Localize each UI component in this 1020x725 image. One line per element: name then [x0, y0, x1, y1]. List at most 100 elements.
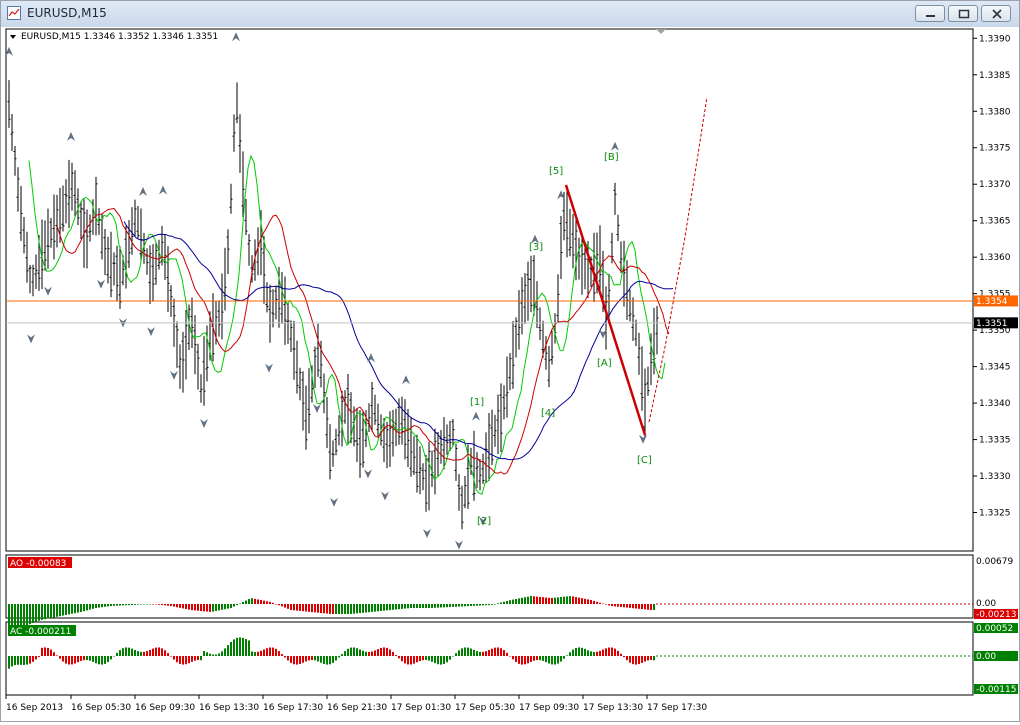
- ac-bar: [479, 651, 481, 656]
- ac-bar: [35, 656, 37, 660]
- ac-bar: [44, 647, 46, 656]
- ac-bar: [263, 649, 265, 656]
- ao-bar: [332, 604, 334, 614]
- ao-bar: [455, 604, 457, 607]
- ac-bar: [449, 656, 451, 660]
- ao-bar: [395, 604, 397, 610]
- ao-bar: [143, 604, 145, 605]
- ac-bar: [293, 656, 295, 665]
- ac-bar: [188, 656, 190, 664]
- ac-bar: [380, 647, 382, 656]
- ac-bar: [515, 656, 517, 663]
- symbol-info: EURUSD,M15 1.3346 1.3352 1.3346 1.3351: [21, 32, 218, 42]
- ac-bar: [224, 648, 226, 656]
- ao-bar: [179, 604, 181, 608]
- ac-bar: [146, 651, 148, 656]
- ac-bar: [575, 647, 577, 656]
- ac-bar: [122, 648, 124, 656]
- chart-area[interactable]: [1] [2] [3] [4] [5] [A] [B] [C] EURUSD,M…: [1, 27, 1019, 721]
- ao-bar: [182, 604, 184, 609]
- ao-bar: [572, 596, 574, 604]
- ao-bar: [353, 604, 355, 614]
- ac-bar: [374, 650, 376, 656]
- ac-bar: [317, 656, 319, 662]
- ac-bar: [206, 652, 208, 656]
- ao-bar: [626, 604, 628, 608]
- ac-bar: [590, 651, 592, 656]
- minimize-button[interactable]: [915, 5, 945, 22]
- ac-bar: [455, 653, 457, 656]
- ac-bar: [470, 648, 472, 656]
- hline-price-label: 1.3354: [976, 297, 1008, 307]
- ao-bar: [293, 604, 295, 611]
- ac-bar: [464, 647, 466, 656]
- ao-bar: [290, 604, 292, 610]
- ac-bar: [251, 651, 253, 656]
- ao-bar: [317, 604, 319, 613]
- ac-bar: [635, 656, 637, 665]
- ac-bar: [161, 648, 163, 656]
- ac-bar: [215, 654, 217, 656]
- ao-bar: [551, 597, 553, 604]
- ac-bar: [272, 647, 274, 656]
- ao-bar: [89, 604, 91, 610]
- ac-bar: [203, 651, 205, 656]
- ao-bar: [386, 604, 388, 611]
- maximize-button[interactable]: [948, 5, 978, 22]
- close-button[interactable]: [981, 5, 1011, 22]
- ao-bar: [68, 604, 70, 615]
- title-bar[interactable]: EURUSD,M15: [1, 1, 1019, 28]
- ao-bar: [533, 596, 535, 604]
- ac-bar: [539, 656, 541, 661]
- ao-bar: [539, 596, 541, 604]
- window-title: EURUSD,M15: [27, 6, 107, 20]
- ao-bar: [131, 604, 133, 605]
- ac-bar: [446, 656, 448, 663]
- ao-bar: [344, 604, 346, 614]
- ao-bar: [149, 604, 151, 605]
- ac-bar: [545, 656, 547, 663]
- chart-canvas[interactable]: [1] [2] [3] [4] [5] [A] [B] [C] EURUSD,M…: [1, 27, 1019, 721]
- ao-axis-top: 0.00679: [976, 557, 1013, 567]
- ao-bar: [560, 597, 562, 604]
- ac-bar: [299, 656, 301, 664]
- ac-bar: [185, 656, 187, 665]
- ac-bar: [452, 656, 454, 657]
- ac-bar: [572, 649, 574, 656]
- ac-bar: [425, 656, 427, 661]
- ac-bar: [338, 656, 340, 658]
- ac-bar: [167, 653, 169, 656]
- ao-bar: [650, 604, 652, 610]
- ac-bar: [521, 656, 523, 665]
- ao-bar: [311, 604, 313, 613]
- ac-bar: [320, 656, 322, 663]
- ac-bar: [362, 650, 364, 656]
- ao-bar: [437, 604, 439, 608]
- ac-bar: [20, 656, 22, 665]
- ao-bar: [407, 604, 409, 609]
- ac-bar: [356, 648, 358, 656]
- ao-bar: [197, 604, 199, 611]
- ao-bar: [113, 604, 115, 606]
- ao-bar: [557, 597, 559, 604]
- ac-bar: [461, 648, 463, 656]
- ac-bar: [647, 656, 649, 661]
- ao-bar: [563, 596, 565, 604]
- ac-bar: [74, 656, 76, 664]
- ao-bar: [452, 604, 454, 607]
- ac-bar: [182, 656, 184, 665]
- ac-bar: [56, 655, 58, 656]
- ac-bar: [641, 656, 643, 663]
- ac-bar: [629, 656, 631, 663]
- ac-bar: [110, 656, 112, 660]
- ao-bar: [350, 604, 352, 614]
- ac-bar: [569, 652, 571, 656]
- ao-bar: [305, 604, 307, 612]
- ac-bar: [149, 649, 151, 656]
- wave-label-4: [4]: [541, 408, 555, 419]
- ac-bar: [86, 656, 88, 661]
- ao-bar: [590, 600, 592, 604]
- ao-axis-zero: 0.00: [976, 599, 996, 609]
- ac-bar: [395, 655, 397, 656]
- ao-bar: [266, 601, 268, 604]
